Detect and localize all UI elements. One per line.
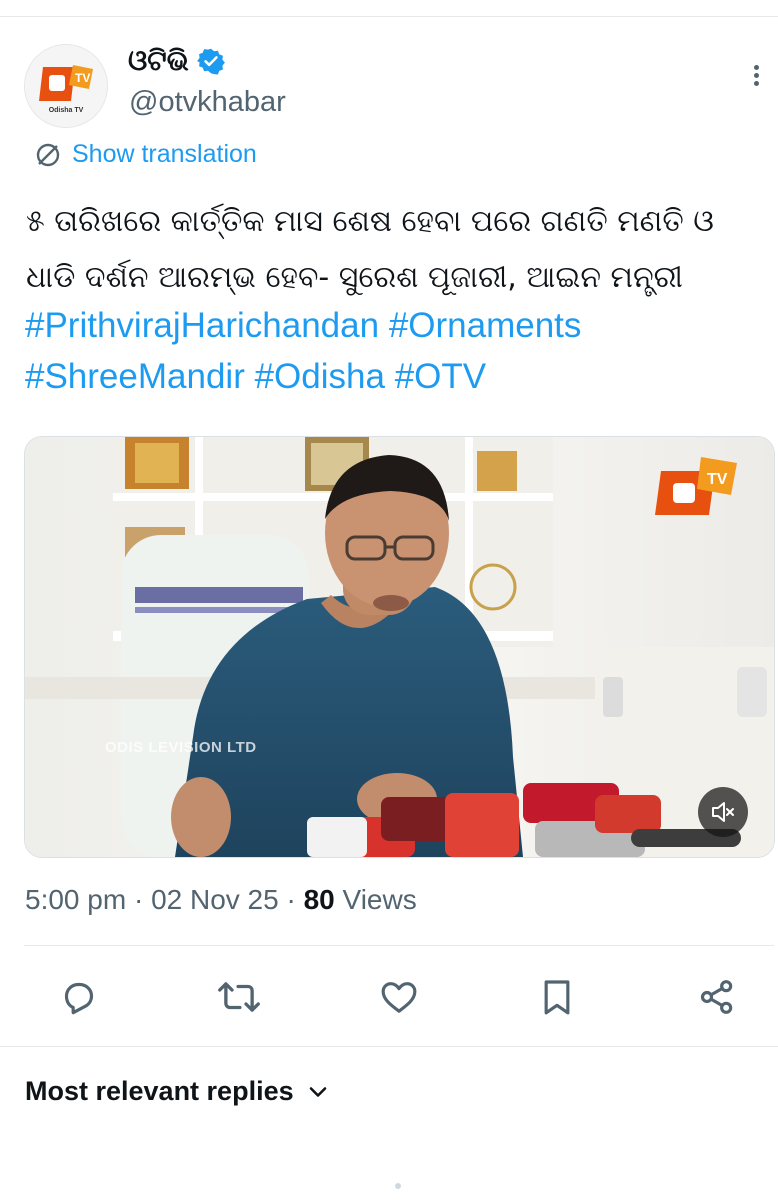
tweet-date[interactable]: 02 Nov 25 bbox=[151, 884, 279, 915]
heart-icon bbox=[381, 982, 417, 1013]
more-options-button[interactable] bbox=[744, 62, 768, 92]
hashtag-link[interactable]: #PrithvirajHarichandan bbox=[25, 306, 379, 345]
hashtag-link[interactable]: #ShreeMandir bbox=[25, 357, 245, 396]
divider bbox=[0, 1046, 778, 1047]
share-button[interactable] bbox=[692, 968, 742, 1026]
tweet-meta: 5:00 pm · 02 Nov 25 · 80 Views bbox=[25, 884, 417, 916]
show-translation-link[interactable]: Show translation bbox=[34, 140, 257, 169]
verified-badge-icon bbox=[196, 48, 225, 75]
share-icon bbox=[700, 980, 733, 1014]
show-translation-label: Show translation bbox=[72, 140, 257, 168]
meta-separator: · bbox=[133, 884, 144, 915]
tweet-text-line: ୫ ତାରିଖରେ କାର୍ତ୍ତିକ ମାସ ଶେଷ ହେବା ପରେ ଗଣତ… bbox=[26, 204, 714, 239]
hashtag-link[interactable]: #OTV bbox=[395, 357, 486, 396]
bookmark-icon bbox=[544, 980, 570, 1015]
reply-button[interactable] bbox=[54, 968, 104, 1026]
video-watermark: ODIS LEVISION LTD bbox=[105, 739, 257, 756]
views-label: Views bbox=[342, 884, 417, 915]
more-dot-icon bbox=[753, 81, 759, 86]
more-dot-icon bbox=[753, 73, 759, 78]
retweet-button[interactable] bbox=[214, 968, 264, 1026]
hashtag-link[interactable]: #Ornaments bbox=[389, 306, 582, 345]
otv-logo-icon: TV bbox=[25, 45, 107, 127]
bookmark-button[interactable] bbox=[532, 968, 582, 1026]
muted-speaker-icon bbox=[712, 802, 734, 822]
replies-sort-label: Most relevant replies bbox=[25, 1076, 294, 1106]
avatar[interactable]: TV Odisha TV bbox=[24, 44, 108, 128]
hashtag-list: #PrithvirajHarichandan #Ornaments #Shree… bbox=[25, 300, 765, 402]
scroll-indicator-dot bbox=[395, 1183, 401, 1189]
unmute-button[interactable] bbox=[698, 787, 748, 837]
tweet-text-line: ଧାଡି ଦର୍ଶନ ଆରମ୍ଭ ହେବ- ସୁରେଶ ପୂଜାରୀ, ଆଇନ … bbox=[26, 260, 683, 295]
channel-logo-text: TV bbox=[707, 471, 728, 488]
more-dot-icon bbox=[753, 65, 759, 70]
translate-icon bbox=[36, 143, 60, 166]
tweet-time[interactable]: 5:00 pm bbox=[25, 884, 126, 915]
tweet-action-bar bbox=[0, 968, 778, 1028]
tweet-text: ୫ ତାରିଖରେ କାର୍ତ୍ତିକ ମାସ ଶେଷ ହେବା ପରେ ଗଣତ… bbox=[26, 194, 766, 306]
video-frame-image: TV bbox=[25, 437, 774, 857]
divider bbox=[24, 945, 774, 946]
meta-separator: · bbox=[286, 884, 296, 915]
chevron-down-icon bbox=[309, 1086, 326, 1097]
like-button[interactable] bbox=[374, 968, 424, 1026]
author-handle[interactable]: @otvkhabar bbox=[129, 86, 286, 119]
views-count: 80 bbox=[303, 884, 335, 915]
top-divider bbox=[0, 16, 778, 17]
svg-text:TV: TV bbox=[75, 71, 90, 85]
retweet-icon bbox=[218, 982, 260, 1012]
avatar-caption: Odisha TV bbox=[48, 107, 84, 114]
reply-icon bbox=[64, 982, 94, 1015]
tweet-video[interactable]: TV ODIS LEVISION LTD bbox=[24, 436, 775, 858]
hashtag-link[interactable]: #Odisha bbox=[255, 357, 385, 396]
author-name-row[interactable]: ଓଟିଭି bbox=[128, 44, 225, 78]
display-name[interactable]: ଓଟିଭି bbox=[128, 44, 189, 78]
replies-sort-dropdown[interactable]: Most relevant replies bbox=[25, 1076, 330, 1107]
